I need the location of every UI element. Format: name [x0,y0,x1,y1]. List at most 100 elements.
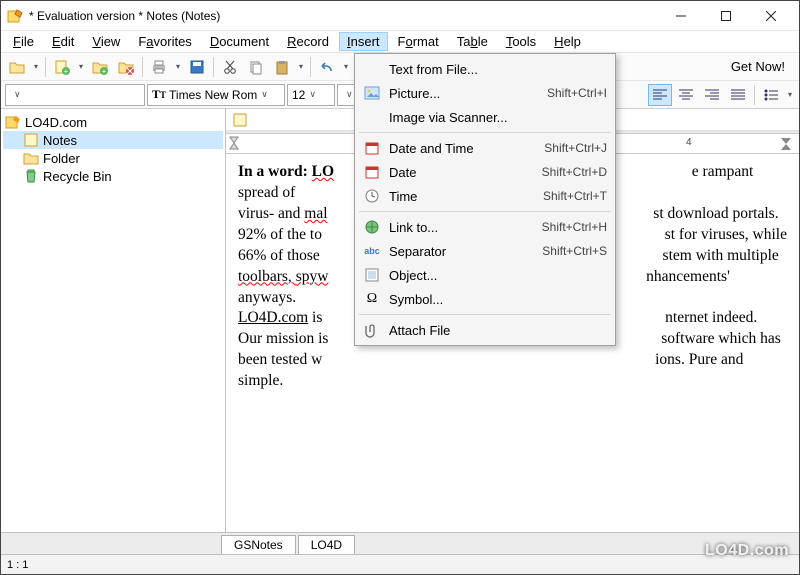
menu-item-time[interactable]: Time Shift+Ctrl+T [357,184,613,208]
doc-text: In a word: [238,163,312,180]
doc-text: Our mission is [238,330,328,347]
chevron-down-icon: ∨ [261,89,268,100]
font-name-combo[interactable]: TT Times New Rom ∨ [147,84,285,106]
maximize-button[interactable] [703,2,748,30]
tree-item-label: Notes [43,133,77,148]
paste-dropdown[interactable]: ▾ [296,62,306,71]
get-now-link[interactable]: Get Now! [721,59,795,74]
menu-item-separator[interactable]: abc Separator Shift+Ctrl+S [357,239,613,263]
globe-link-icon [363,218,381,236]
doc-text: virus- and [238,205,304,222]
document-tabstrip: GSNotes LO4D [1,532,799,554]
menu-item-date[interactable]: Date Shift+Ctrl+D [357,160,613,184]
navigation-tree[interactable]: LO4D.com Notes Folder Recycle Bin [1,109,226,532]
svg-text:+: + [64,67,69,75]
app-icon [7,8,23,24]
shortcut-label: Shift+Ctrl+D [542,165,607,179]
menu-help[interactable]: HelpHelp [546,32,589,51]
align-center-button[interactable] [674,84,698,106]
picture-icon [363,84,381,102]
menu-item-object[interactable]: Object... [357,263,613,287]
insert-menu-dropdown: Text from File... Picture... Shift+Ctrl+… [354,53,616,346]
menu-favorites[interactable]: FavoritesFavorites [130,32,199,51]
window-title: * Evaluation version * Notes (Notes) [29,9,658,23]
font-size-value: 12 [292,88,305,102]
minimize-button[interactable] [658,2,703,30]
shortcut-label: Shift+Ctrl+I [547,86,607,100]
new-note-dropdown[interactable]: ▾ [76,62,86,71]
undo-button[interactable] [315,55,339,79]
ruler-tick: 4 [686,137,692,148]
menu-tools[interactable]: ToolsTools [498,32,544,51]
bullet-list-button[interactable] [759,84,783,106]
hourglass-icon [228,136,240,150]
menu-record[interactable]: RecordRecord [279,32,337,51]
chevron-down-icon: ∨ [309,89,316,100]
tree-item-recycle[interactable]: Recycle Bin [3,167,223,185]
menu-separator [359,314,611,315]
delete-button[interactable] [114,55,138,79]
new-folder-button[interactable]: + [88,55,112,79]
menu-item-picture[interactable]: Picture... Shift+Ctrl+I [357,81,613,105]
doc-text: 92% of the to [238,226,322,243]
doc-text: st download portals. [653,205,778,222]
menu-document[interactable]: DocumentDocument [202,32,277,51]
menu-file[interactable]: FFileile [5,32,42,51]
doc-link[interactable]: LO4D.com [238,309,308,326]
toolbar-separator [213,57,214,77]
app-window: * Evaluation version * Notes (Notes) FFi… [0,0,800,575]
menu-edit[interactable]: EditEdit [44,32,82,51]
save-button[interactable] [185,55,209,79]
menu-view[interactable]: ViewView [84,32,128,51]
align-justify-button[interactable] [726,84,750,106]
calendar-icon [363,163,381,181]
style-combo[interactable]: ∨ [5,84,145,106]
tab-gsnotes[interactable]: GSNotes [221,535,296,554]
blank-icon [363,108,381,126]
separator-icon: abc [363,242,381,260]
tree-item-notes[interactable]: Notes [3,131,223,149]
menu-item-image-via-scanner[interactable]: Image via Scanner... [357,105,613,129]
menu-format[interactable]: FormatFormat [390,32,447,51]
recycle-bin-icon [23,168,39,184]
close-button[interactable] [748,2,793,30]
doc-text: mal [304,205,327,222]
tree-root[interactable]: LO4D.com [3,113,223,131]
align-left-button[interactable] [648,84,672,106]
open-button[interactable] [5,55,29,79]
bullet-list-dropdown[interactable]: ▾ [785,90,795,99]
blank-icon [363,60,381,78]
menu-item-attach-file[interactable]: Attach File [357,318,613,342]
align-right-button[interactable] [700,84,724,106]
doc-text: spyw [296,268,329,285]
undo-dropdown[interactable]: ▾ [341,62,351,71]
print-dropdown[interactable]: ▾ [173,62,183,71]
doc-text: is [308,309,322,326]
indent-marker-icon[interactable] [781,138,791,150]
menu-item-symbol[interactable]: Ω Symbol... [357,287,613,311]
print-button[interactable] [147,55,171,79]
titlebar: * Evaluation version * Notes (Notes) [1,1,799,31]
copy-button[interactable] [244,55,268,79]
tab-lo4d[interactable]: LO4D [298,535,355,554]
menu-item-text-from-file[interactable]: Text from File... [357,57,613,81]
paste-button[interactable] [270,55,294,79]
menu-insert[interactable]: InsertInsert [339,32,388,51]
doc-text: stem with multiple [663,247,779,264]
cut-button[interactable] [218,55,242,79]
menu-item-link-to[interactable]: Link to... Shift+Ctrl+H [357,215,613,239]
menu-separator [359,211,611,212]
menu-item-date-and-time[interactable]: Date and Time Shift+Ctrl+J [357,136,613,160]
status-bar: 1 : 1 [1,554,799,574]
menu-separator [359,132,611,133]
shortcut-label: Shift+Ctrl+J [544,141,607,155]
omega-icon: Ω [363,290,381,308]
shortcut-label: Shift+Ctrl+S [542,244,607,258]
doc-text: software which has [661,330,781,347]
tree-item-folder[interactable]: Folder [3,149,223,167]
menu-table[interactable]: TableTable [449,32,496,51]
open-dropdown[interactable]: ▾ [31,62,41,71]
font-size-combo[interactable]: 12 ∨ [287,84,335,106]
new-note-button[interactable]: + [50,55,74,79]
doc-text: LO [312,163,334,180]
